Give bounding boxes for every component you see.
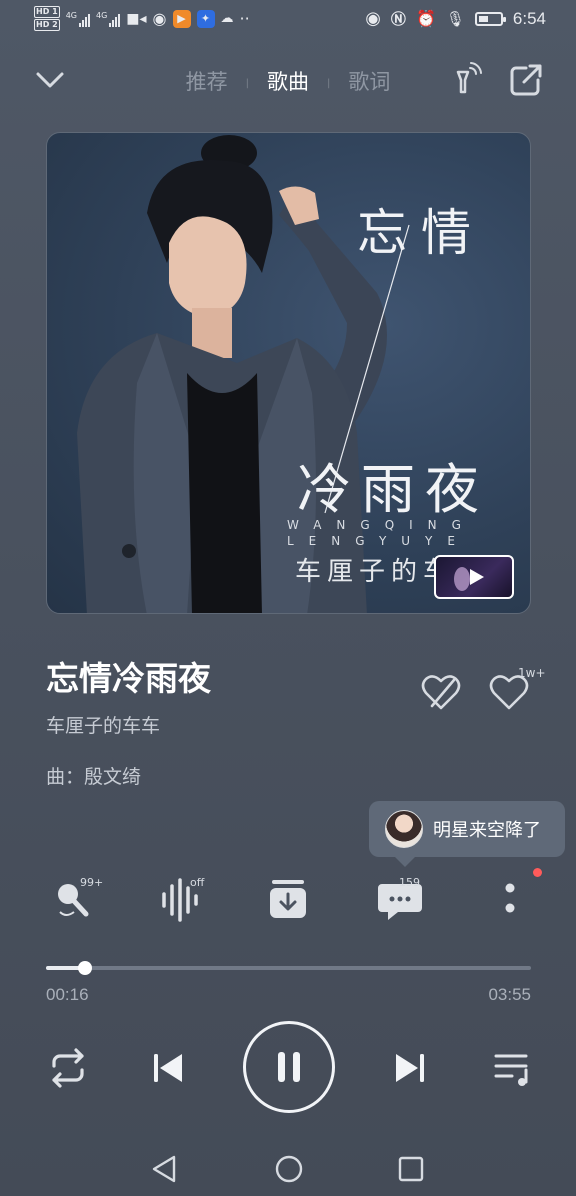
download-icon[interactable]	[260, 872, 316, 928]
signal-2-icon: 4G	[96, 11, 121, 27]
progress-bar[interactable]	[46, 961, 531, 975]
karaoke-badge: 99+	[80, 876, 104, 889]
battery-icon	[474, 11, 506, 26]
cover-latin-line2: LENGYUYE	[287, 534, 470, 548]
eye-icon: ◉	[365, 8, 381, 29]
tab-song[interactable]: 歌曲	[267, 70, 309, 94]
pause-button[interactable]	[243, 1021, 335, 1113]
like-count: 1w+	[518, 666, 546, 680]
tab-bar: 推荐 | 歌曲 | 歌词	[185, 70, 391, 94]
star-bubble-text: 明星来空降了	[433, 820, 541, 841]
next-track-icon[interactable]	[382, 1040, 438, 1096]
app-notify-icon: ▶	[172, 9, 191, 28]
signal-1-icon: 4G	[66, 11, 90, 27]
song-artist[interactable]: 车厘子的车车	[46, 711, 160, 738]
cover-title-line2: 冷雨夜	[297, 458, 489, 521]
alarm-icon: ⏰	[415, 9, 436, 28]
status-time: 6:54	[512, 8, 546, 28]
weather-icon: ☁	[220, 11, 234, 26]
sim1-label: HD 1	[34, 6, 60, 18]
current-time: 00:16	[46, 985, 89, 1004]
progress-thumb[interactable]	[77, 961, 92, 975]
nav-home-icon[interactable]	[266, 1146, 312, 1192]
cover-latin-line1: WANGQING	[287, 518, 476, 532]
star-drop-bubble[interactable]: 明星来空降了	[369, 801, 565, 867]
song-composer: 曲：殷文绮	[46, 766, 142, 788]
video-camera-icon: ■◂	[126, 10, 147, 27]
tab-lyrics[interactable]: 歌词	[348, 70, 390, 94]
song-title: 忘情冷雨夜	[46, 659, 211, 698]
player-header: 推荐 | 歌曲 | 歌词	[0, 56, 576, 106]
share-icon[interactable]	[508, 62, 544, 98]
more-notifications-icon: ··	[239, 9, 250, 28]
tab-recommend[interactable]: 推荐	[186, 70, 228, 94]
account-icon: ◉	[152, 9, 167, 28]
nav-recents-icon[interactable]	[388, 1146, 434, 1192]
sim-indicators: HD 1 HD 2	[34, 6, 60, 31]
nav-back-icon[interactable]	[142, 1146, 188, 1192]
bulb-app-icon: ✦	[196, 9, 215, 28]
cover-latin-text: WANGQING LENGYUYE	[287, 517, 476, 549]
notification-dot	[533, 868, 542, 877]
star-avatar	[385, 810, 423, 848]
playlist-icon[interactable]	[484, 1040, 540, 1096]
repeat-icon[interactable]	[40, 1040, 96, 1096]
pause-icon	[278, 1052, 300, 1082]
play-video-icon	[454, 567, 484, 591]
microphone-status-icon: 🎙	[445, 9, 465, 28]
nfc-icon: Ⓝ	[390, 10, 406, 28]
total-time: 03:55	[488, 985, 531, 1004]
comment-count: 159	[399, 876, 420, 889]
dislike-heart-icon[interactable]	[418, 670, 464, 716]
album-cover[interactable]: 忘情 冷雨夜 WANGQING LENGYUYE 车厘子的车车	[46, 132, 531, 614]
sound-effect-badge: off	[190, 876, 205, 889]
cover-title-line1: 忘情	[357, 204, 485, 262]
music-video-thumbnail[interactable]	[434, 555, 514, 599]
cast-device-icon[interactable]	[446, 62, 482, 98]
status-bar: HD 1 HD 2 4G 4G ■◂ ◉ ▶ ✦ ☁ ·· ◉ Ⓝ ⏰ 🎙 6:…	[0, 0, 576, 40]
sim2-label: HD 2	[34, 19, 60, 31]
more-options-icon[interactable]	[482, 872, 538, 928]
previous-track-icon[interactable]	[140, 1040, 196, 1096]
